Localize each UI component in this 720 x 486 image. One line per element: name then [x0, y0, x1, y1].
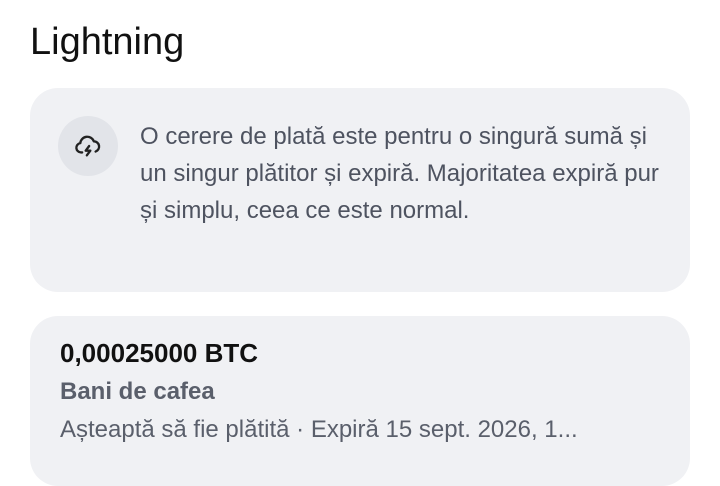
info-card: O cerere de plată este pentru o singură … — [30, 88, 690, 292]
cloud-lightning-icon — [75, 135, 101, 157]
info-text: O cerere de plată este pentru o singură … — [140, 123, 659, 224]
info-icon-badge — [58, 116, 118, 176]
payment-request-item[interactable]: 0,00025000 BTC Bani de cafea Așteaptă să… — [30, 316, 690, 486]
page-title: Lightning — [30, 21, 185, 63]
request-amount: 0,00025000 BTC — [60, 338, 259, 368]
request-label: Bani de cafea — [60, 378, 215, 405]
request-status-line: Așteaptă să fie plătită · Expiră 15 sept… — [60, 414, 660, 446]
request-expiry: Expiră 15 sept. 2026, 1... — [310, 416, 578, 443]
status-separator: · — [289, 416, 311, 443]
request-status: Așteaptă să fie plătită — [60, 416, 290, 443]
